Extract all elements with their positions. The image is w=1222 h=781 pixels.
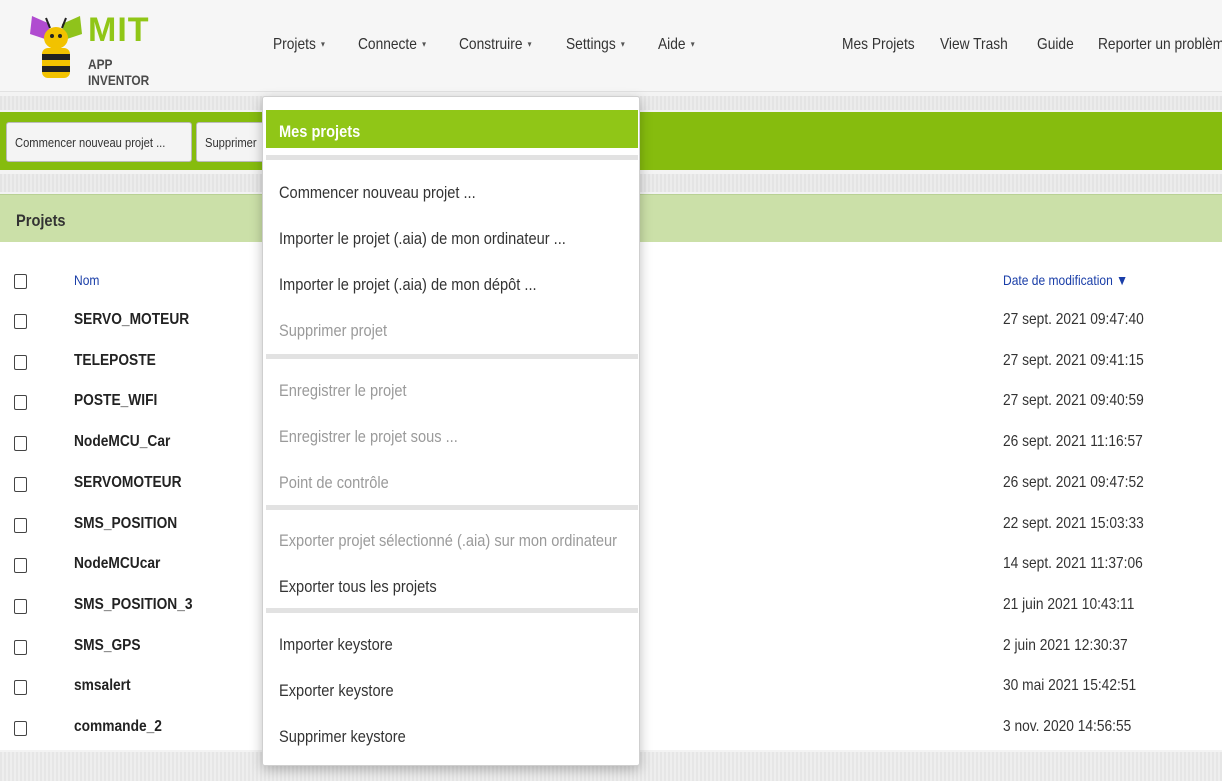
menu-item-label: Exporter tous les projets: [279, 577, 437, 596]
link-mes-projets[interactable]: Mes Projets: [842, 36, 915, 54]
menu-connecte[interactable]: Connecte ▾: [358, 36, 426, 54]
menu-label: Projets: [273, 36, 316, 53]
chevron-down-icon: ▾: [320, 39, 325, 49]
row-checkbox[interactable]: [14, 721, 27, 736]
project-date: 26 sept. 2021 09:47:52: [1003, 474, 1144, 491]
project-name[interactable]: SERVOMOTEUR: [74, 474, 182, 492]
menu-item-label: Enregistrer le projet: [279, 381, 407, 400]
row-checkbox[interactable]: [14, 477, 27, 492]
menu-item-new-project[interactable]: Commencer nouveau projet ...: [263, 169, 639, 209]
menu-item-import-keystore[interactable]: Importer keystore: [263, 621, 639, 661]
menu-item-label: Importer le projet (.aia) de mon dépôt .…: [279, 275, 537, 294]
menu-separator: [266, 505, 638, 510]
project-date: 27 sept. 2021 09:40:59: [1003, 392, 1144, 409]
project-name[interactable]: SERVO_MOTEUR: [74, 311, 189, 329]
project-date: 21 juin 2021 10:43:11: [1003, 596, 1135, 613]
menu-label: Settings: [566, 36, 616, 53]
menu-item-import-computer[interactable]: Importer le projet (.aia) de mon ordinat…: [263, 215, 639, 255]
app-inventor-logo[interactable]: MIT APP INVENTOR: [28, 8, 188, 88]
row-checkbox[interactable]: [14, 395, 27, 410]
button-label: Commencer nouveau projet ...: [15, 135, 166, 150]
chevron-down-icon: ▾: [527, 39, 532, 49]
project-date: 14 sept. 2021 11:37:06: [1003, 555, 1143, 572]
menu-item-label: Exporter projet sélectionné (.aia) sur m…: [279, 531, 618, 550]
link-report-problem[interactable]: Reporter un problème: [1098, 36, 1222, 54]
menu-item-save-as[interactable]: Enregistrer le projet sous ...: [263, 413, 639, 453]
menu-item-label: Point de contrôle: [279, 473, 389, 492]
select-all-checkbox[interactable]: [14, 274, 27, 289]
project-name[interactable]: commande_2: [74, 718, 162, 736]
project-date: 27 sept. 2021 09:47:40: [1003, 311, 1144, 328]
project-date: 22 sept. 2021 15:03:33: [1003, 515, 1144, 532]
project-date: 3 nov. 2020 14:56:55: [1003, 718, 1132, 735]
menu-projets[interactable]: Projets ▾: [273, 36, 325, 54]
menu-item-export-selected[interactable]: Exporter projet sélectionné (.aia) sur m…: [263, 517, 639, 557]
column-header-date[interactable]: Date de modification ▼: [1003, 272, 1128, 288]
logo-title: MIT: [88, 11, 150, 49]
project-name[interactable]: SMS_POSITION_3: [74, 596, 193, 614]
menu-item-export-keystore[interactable]: Exporter keystore: [263, 667, 639, 707]
projets-dropdown-menu: Mes projets Commencer nouveau projet ...…: [262, 96, 640, 766]
row-checkbox[interactable]: [14, 355, 27, 370]
menu-separator: [266, 155, 638, 160]
project-name[interactable]: smsalert: [74, 677, 131, 695]
chevron-down-icon: ▾: [620, 39, 625, 49]
menu-settings[interactable]: Settings ▾: [566, 36, 625, 54]
menu-item-export-all[interactable]: Exporter tous les projets: [263, 563, 639, 603]
project-name[interactable]: SMS_GPS: [74, 637, 141, 655]
menu-item-delete-project[interactable]: Supprimer projet: [263, 307, 639, 347]
new-project-button[interactable]: Commencer nouveau projet ...: [6, 122, 192, 162]
menu-item-label: Supprimer projet: [279, 321, 388, 340]
row-checkbox[interactable]: [14, 599, 27, 614]
menu-construire[interactable]: Construire ▾: [459, 36, 532, 54]
menu-item-label: Commencer nouveau projet ...: [279, 183, 476, 202]
row-checkbox[interactable]: [14, 314, 27, 329]
delete-project-button[interactable]: Supprimer: [196, 122, 270, 162]
chevron-down-icon: ▾: [422, 39, 426, 49]
project-date: 30 mai 2021 15:42:51: [1003, 677, 1137, 694]
projects-title: Projets: [16, 211, 66, 230]
menu-item-label: Mes projets: [279, 122, 361, 141]
row-checkbox[interactable]: [14, 518, 27, 533]
menu-item-label: Supprimer keystore: [279, 727, 406, 746]
project-name[interactable]: SMS_POSITION: [74, 515, 177, 533]
menu-item-label: Enregistrer le projet sous ...: [279, 427, 458, 446]
project-date: 2 juin 2021 12:30:37: [1003, 637, 1128, 654]
bee-logo-icon: [30, 16, 82, 78]
menu-aide[interactable]: Aide ▾: [658, 36, 695, 54]
project-name[interactable]: NodeMCU_Car: [74, 433, 170, 451]
menu-label: Aide: [658, 36, 686, 53]
menu-item-delete-keystore[interactable]: Supprimer keystore: [263, 713, 639, 753]
menu-separator: [266, 354, 638, 359]
row-checkbox[interactable]: [14, 436, 27, 451]
row-checkbox[interactable]: [14, 558, 27, 573]
menu-label: Connecte: [358, 36, 417, 53]
menu-item-checkpoint[interactable]: Point de contrôle: [263, 459, 639, 499]
project-date: 26 sept. 2021 11:16:57: [1003, 433, 1143, 450]
menu-label: Construire: [459, 36, 523, 53]
chevron-down-icon: ▾: [690, 39, 695, 49]
menu-item-mes-projets[interactable]: Mes projets: [266, 110, 638, 148]
menu-item-import-repo[interactable]: Importer le projet (.aia) de mon dépôt .…: [263, 261, 639, 301]
menu-item-label: Importer keystore: [279, 635, 393, 654]
button-label: Supprimer: [205, 135, 257, 150]
menu-item-label: Importer le projet (.aia) de mon ordinat…: [279, 229, 566, 248]
row-checkbox[interactable]: [14, 680, 27, 695]
logo-subtitle: APP INVENTOR: [88, 56, 150, 88]
project-name[interactable]: TELEPOSTE: [74, 352, 156, 370]
menu-item-label: Exporter keystore: [279, 681, 394, 700]
column-header-name[interactable]: Nom: [74, 272, 99, 288]
top-bar: MIT APP INVENTOR Projets ▾ Connecte ▾ Cons…: [0, 0, 1222, 92]
menu-separator: [266, 608, 638, 613]
project-date: 27 sept. 2021 09:41:15: [1003, 352, 1144, 369]
menu-item-save-project[interactable]: Enregistrer le projet: [263, 367, 639, 407]
link-guide[interactable]: Guide: [1037, 36, 1074, 54]
project-name[interactable]: POSTE_WIFI: [74, 392, 157, 410]
link-view-trash[interactable]: View Trash: [940, 36, 1008, 54]
row-checkbox[interactable]: [14, 640, 27, 655]
project-name[interactable]: NodeMCUcar: [74, 555, 160, 573]
